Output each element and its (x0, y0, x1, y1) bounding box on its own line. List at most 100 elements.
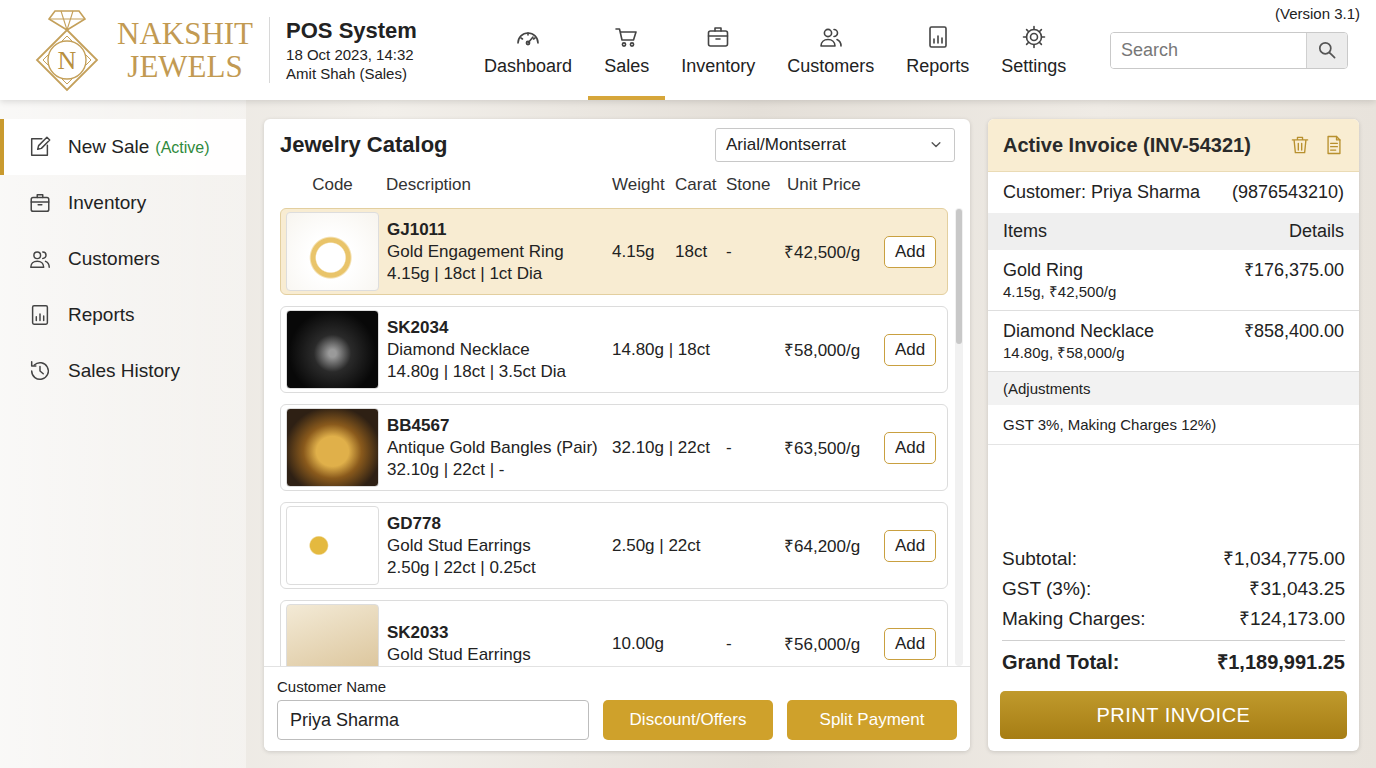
product-price: ₹42,500/g (784, 240, 884, 263)
gauge-icon (515, 24, 541, 50)
scrollbar-thumb[interactable] (956, 209, 962, 344)
edit-icon (28, 135, 52, 159)
people-icon (28, 247, 52, 271)
total-label: Subtotal: (1002, 544, 1077, 574)
search-box (1110, 32, 1348, 69)
box-icon (705, 24, 731, 50)
active-badge: (Active) (155, 139, 209, 157)
product-price: ₹58,000/g (784, 338, 884, 361)
nav-label: Customers (787, 55, 874, 77)
adjustment-line: GST 3%, Making Charges 12%) (988, 405, 1359, 445)
trash-icon[interactable] (1289, 134, 1311, 156)
catalog-row[interactable]: SK2034Diamond Necklace14.80g | 18ct | 3.… (280, 306, 948, 393)
top-bar: N NAKSHITJEWELS POS System18 Oct 2023, 14:… (0, 0, 1376, 100)
add-button[interactable]: Add (884, 628, 936, 660)
nav-label: Sales (604, 55, 649, 77)
nav-tab[interactable]: Dashboard (468, 0, 588, 100)
nav-tab[interactable]: Reports (890, 0, 985, 100)
print-invoice-button[interactable]: PRINT INVOICE (1000, 691, 1347, 739)
nav-tab[interactable]: Inventory (665, 0, 771, 100)
invoice-title: Active Invoice (INV-54321) (1003, 134, 1251, 157)
column-header: Description (379, 175, 612, 195)
history-icon (28, 359, 52, 383)
catalog-row[interactable]: GJ1011Gold Engagement Ring4.15g | 18ct |… (280, 208, 948, 295)
add-button[interactable]: Add (884, 432, 936, 464)
box-icon (28, 191, 52, 215)
font-dropdown[interactable]: Arial/Montserrat (715, 128, 955, 162)
nav-tab[interactable]: Sales (588, 0, 665, 100)
report-icon (28, 303, 52, 327)
product-photo (286, 604, 379, 666)
search-input[interactable] (1111, 33, 1306, 68)
sidebar-label: Inventory (68, 192, 146, 214)
customer-name: Customer: Priya Sharma (1003, 182, 1200, 203)
nav-tab[interactable]: Customers (771, 0, 890, 100)
logo-wordmark: NAKSHITJEWELS (117, 17, 253, 83)
sidebar-label: New Sale (68, 136, 149, 158)
sidebar-item[interactable]: Customers (0, 231, 246, 287)
product-weight: 14.80g | 18ct (612, 340, 726, 360)
sidebar: New Sale (Active) Inventory CustomersReport… (0, 100, 246, 768)
invoice-item[interactable]: Diamond Necklace14.80g, ₹58,000/g ₹858,40… (988, 311, 1359, 372)
sidebar-item[interactable]: New Sale (Active) (0, 119, 246, 175)
column-header: Carat (675, 175, 726, 195)
product-stone: - (726, 242, 784, 262)
add-button[interactable]: Add (884, 530, 936, 562)
customer-name-label: Customer Name (277, 678, 957, 696)
logo-monogram: N (58, 46, 77, 75)
item-detail: 4.15g, ₹42,500/g (1003, 282, 1116, 302)
pos-screen: N NAKSHITJEWELS POS System18 Oct 2023, 14:… (0, 0, 1376, 768)
total-row: Subtotal:₹1,034,775.00 (1002, 544, 1345, 574)
item-name: Diamond Necklace (1003, 320, 1154, 343)
catalog-panel: Jewelry CatalogArial/MontserratCodeDescr… (264, 119, 970, 751)
nav-tab[interactable]: Settings (985, 0, 1082, 100)
product-carat: 18ct (675, 242, 726, 262)
cart-icon (614, 24, 640, 50)
product-weight: 4.15g (612, 242, 675, 262)
catalog-row[interactable]: GD778Gold Stud Earrings2.50g | 22ct | 0.… (280, 502, 948, 589)
invoice-column-header: Items (1003, 221, 1047, 242)
product-code: SK2033 (387, 622, 612, 644)
total-row: GST (3%):₹31,043.25 (1002, 574, 1345, 604)
sidebar-item[interactable]: Sales History (0, 343, 246, 399)
invoice-column-header: Details (1289, 221, 1344, 242)
add-button[interactable]: Add (884, 236, 936, 268)
document-icon[interactable] (1323, 134, 1345, 156)
version-label: (Version 3.1) (1275, 5, 1360, 22)
catalog-header: Jewelry CatalogArial/Montserrat (264, 119, 970, 167)
invoice-item[interactable]: Gold Ring4.15g, ₹42,500/g₹176,375.00 (988, 250, 1359, 311)
header-divider (269, 17, 270, 83)
catalog-list: GJ1011Gold Engagement Ring4.15g | 18ct |… (264, 203, 970, 666)
total-row: Grand Total:₹1,189,991.25 (1002, 640, 1345, 677)
catalog-row[interactable]: SK2033Gold Stud Earrings10.00g-₹56,000/g… (280, 600, 948, 666)
product-photo (286, 310, 379, 389)
action-button[interactable]: Split Payment (787, 700, 957, 740)
report-icon (925, 24, 951, 50)
action-button[interactable]: Discount/Offers (603, 700, 773, 740)
logo[interactable]: N NAKSHITJEWELS (27, 8, 253, 92)
product-code: GD778 (387, 513, 612, 535)
item-detail: 14.80g, ₹58,000/g (1003, 343, 1154, 363)
people-icon (818, 24, 844, 50)
item-amount: ₹858,400.00 (1244, 320, 1344, 343)
product-specs: 14.80g | 18ct | 3.5ct Dia (387, 361, 612, 383)
sidebar-item[interactable]: Inventory (0, 175, 246, 231)
product-code: SK2034 (387, 317, 612, 339)
total-label: Making Charges: (1002, 604, 1146, 634)
catalog-row[interactable]: BB4567Antique Gold Bangles (Pair)32.10g … (280, 404, 948, 491)
add-button[interactable]: Add (884, 334, 936, 366)
sidebar-item[interactable]: Reports (0, 287, 246, 343)
customer-name-input[interactable] (277, 700, 589, 740)
app-title: POS System (286, 17, 468, 45)
product-weight: 2.50g | 22ct (612, 536, 726, 556)
customer-phone: (9876543210) (1232, 182, 1344, 203)
invoice-panel: Active Invoice (INV-54321) Customer: Priy… (988, 119, 1359, 751)
magnifier-icon (1316, 39, 1338, 61)
total-label: Grand Total: (1002, 647, 1119, 677)
main-nav: Dashboard Sales Inventory Customers ReportsS… (468, 0, 1082, 100)
product-weight: 32.10g | 22ct (612, 438, 726, 458)
total-value: ₹31,043.25 (1249, 574, 1345, 604)
pos-info: POS System18 Oct 2023, 14:32Amit Shah (S… (286, 17, 468, 83)
product-code: GJ1011 (387, 219, 612, 241)
search-button[interactable] (1306, 33, 1347, 68)
